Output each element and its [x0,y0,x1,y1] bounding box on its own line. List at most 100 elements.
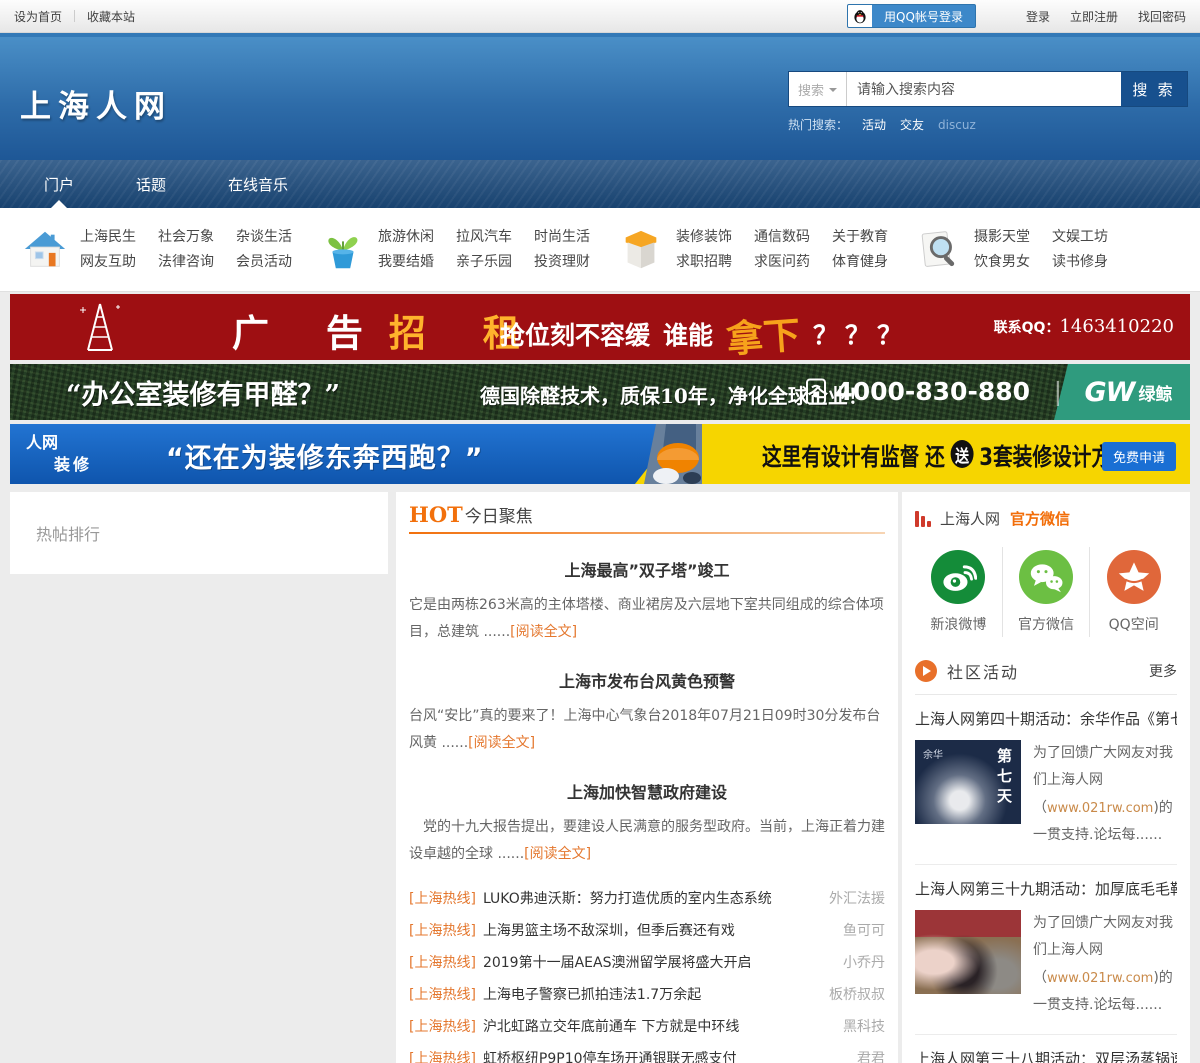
category-link[interactable]: 社会万象 [158,225,214,250]
today-focus-header: HOT 今日聚焦 [409,502,885,527]
category-link[interactable]: 体育健身 [832,250,888,275]
news-title-link[interactable]: LUKO弗迪沃斯：努力打造优质的室内生态系统 [483,888,819,908]
category-link[interactable]: 法律咨询 [158,250,214,275]
search-type-label: 搜索 [798,80,824,99]
tower-icon [78,300,122,354]
login-link[interactable]: 登录 [1026,8,1050,25]
category-link[interactable]: 通信数码 [754,225,810,250]
category-link[interactable]: 上海民生 [80,225,136,250]
site-name: 上海人网 [940,508,1000,529]
social-label: 新浪微博 [930,614,986,634]
news-author[interactable]: 小乔丹 [843,952,885,972]
article-title[interactable]: 上海加快智慧政府建设 [409,779,885,803]
article-title[interactable]: 上海市发布台风黄色预警 [409,668,885,692]
search-input[interactable] [847,72,1121,106]
divider-orange [409,532,885,534]
activity-item: 上海人网第四十期活动：余华作品《第七天》 余华 第七天 为了回馈广大网友对我们上… [915,695,1177,849]
ad-banner-rental[interactable]: 广 告招 租 抢位刻不容缓 谁能 拿下 ？？？ 联系QQ： 1463410220 [10,294,1190,360]
center-column: HOT 今日聚焦 上海最高”双子塔”竣工 它是由两栋263米高的主体塔楼、商业裙… [396,492,898,1063]
news-author[interactable]: 鱼可可 [843,920,885,940]
read-more-link[interactable]: [阅读全文] [510,624,577,640]
hot-search-link[interactable]: 活动 [862,116,886,133]
phone-icon [806,378,826,405]
news-author[interactable]: 君君 [857,1048,885,1063]
category-strip: 上海民生网友互助 社会万象法律咨询 杂谈生活会员活动 旅游休闲我要结婚 拉风汽车… [0,208,1200,292]
more-link[interactable]: 更多 [1149,661,1177,681]
search-type-dropdown[interactable]: 搜索 [789,72,847,106]
news-title-link[interactable]: 2019第十一届AEAS澳洲留学展将盛大开启 [483,952,833,972]
hot-label: HOT [409,502,463,527]
news-title-link[interactable]: 虹桥枢纽P9P10停车场开通银联无感支付 [483,1048,847,1063]
category-link[interactable]: 求医问药 [754,250,810,275]
social-links-row: 新浪微博 官方微信 QQ空间 [915,547,1177,637]
read-more-link[interactable]: [阅读全文] [468,735,535,751]
ad-title: 广 告招 租 [232,303,542,357]
activity-thumbnail-book-cover[interactable]: 余华 第七天 [915,740,1021,824]
category-link[interactable]: 求职招聘 [676,250,732,275]
category-link[interactable]: 网友互助 [80,250,136,275]
hot-posts-title: 热帖排行 [36,521,100,545]
category-link[interactable]: 关于教育 [832,225,888,250]
hot-search-label: 热门搜索： [788,116,848,133]
active-tab-arrow-icon [51,200,67,208]
news-list: [上海热线] LUKO弗迪沃斯：努力打造优质的室内生态系统 外汇法援 [上海热线… [409,882,885,1063]
ad-banner-decoration[interactable]: 人网 装修 “还在为装修东奔西跑？” 这里有设计有监督 还 送 3套装修设计方案… [10,424,1190,484]
social-qzone[interactable]: QQ空间 [1089,547,1177,637]
hot-search-link[interactable]: 交友 [900,116,924,133]
nav-item-online-music[interactable]: 在线音乐 [218,160,298,208]
hot-search-row: 热门搜索： 活动 交友 discuz [788,116,1188,133]
search-button[interactable]: 搜 索 [1121,72,1187,106]
play-icon [915,660,937,682]
category-link[interactable]: 杂谈生活 [236,225,292,250]
news-author[interactable]: 黑科技 [843,1016,885,1036]
renwang-zhuangxiu-logo: 人网 装修 [26,432,92,475]
news-title-link[interactable]: 沪北虹路立交年底前通车 下方就是中环线 [483,1016,833,1036]
category-link[interactable]: 拉风汽车 [456,225,512,250]
news-list-item: [上海热线] 上海电子警察已抓拍违法1.7万余起 板桥叔叔 [409,978,885,1010]
brand-logo: GW 绿鲸 [1061,364,1190,420]
book-cover-title: 第七天 [994,748,1015,808]
ad-question: “办公室装修有甲醛？” [66,373,340,412]
news-list-item: [上海热线] 沪北虹路立交年底前通车 下方就是中环线 黑科技 [409,1010,885,1042]
weibo-icon [931,550,985,604]
activity-title-link[interactable]: 上海人网第三十八期活动：双层汤蒸锅速来抢 [915,1048,1177,1063]
category-link[interactable]: 时尚生活 [534,225,590,250]
divider [74,10,75,22]
article-title[interactable]: 上海最高”双子塔”竣工 [409,557,885,581]
news-author[interactable]: 外汇法援 [829,888,885,908]
add-favorite-link[interactable]: 收藏本站 [87,8,135,25]
nav-item-topics[interactable]: 话题 [126,160,176,208]
ad-banner-formaldehyde[interactable]: “办公室装修有甲醛？” 德国除醛技术，质保10年，净化全球企业！ GW 绿鲸 4… [10,364,1190,420]
category-link[interactable]: 我要结婚 [378,250,434,275]
social-wechat[interactable]: 官方微信 [1002,547,1090,637]
category-link[interactable]: 旅游休闲 [378,225,434,250]
category-link[interactable]: 读书修身 [1052,250,1108,275]
news-author[interactable]: 板桥叔叔 [829,984,885,1004]
hot-posts-panel: 热帖排行 [10,492,388,574]
news-title-link[interactable]: 上海男篮主场不敌深圳，但季后赛还有戏 [483,920,833,940]
category-link[interactable]: 亲子乐园 [456,250,512,275]
category-link[interactable]: 摄影天堂 [974,225,1030,250]
category-link[interactable]: 文娱工坊 [1052,225,1108,250]
category-link[interactable]: 装修装饰 [676,225,732,250]
news-title-link[interactable]: 上海电子警察已抓拍违法1.7万余起 [483,984,819,1004]
category-link[interactable]: 投资理财 [534,250,590,275]
qq-login-button[interactable]: 用QQ帐号登录 [847,4,976,28]
activity-title-link[interactable]: 上海人网第三十九期活动：加厚底毛毛鞋开抢 [915,878,1177,899]
register-link[interactable]: 立即注册 [1070,8,1118,25]
site-logo[interactable]: 上海人网 [20,81,172,126]
category-group: 上海民生网友互助 社会万象法律咨询 杂谈生活会员活动 [16,225,314,275]
activity-thumbnail-slippers-photo[interactable] [915,910,1021,994]
find-password-link[interactable]: 找回密码 [1138,8,1186,25]
activity-title-link[interactable]: 上海人网第四十期活动：余华作品《第七天》 [915,708,1177,729]
set-home-link[interactable]: 设为首页 [14,8,62,25]
social-weibo[interactable]: 新浪微博 [915,547,1002,637]
news-source-tag: [上海热线] [409,984,476,1004]
free-apply-button[interactable]: 免费申请 [1102,442,1176,471]
nav-item-portal[interactable]: 门户 [34,160,84,208]
category-link[interactable]: 会员活动 [236,250,292,275]
hot-search-link[interactable]: discuz [938,118,976,132]
category-link[interactable]: 饮食男女 [974,250,1030,275]
qq-penguin-icon [848,5,872,27]
read-more-link[interactable]: [阅读全文] [524,846,591,862]
